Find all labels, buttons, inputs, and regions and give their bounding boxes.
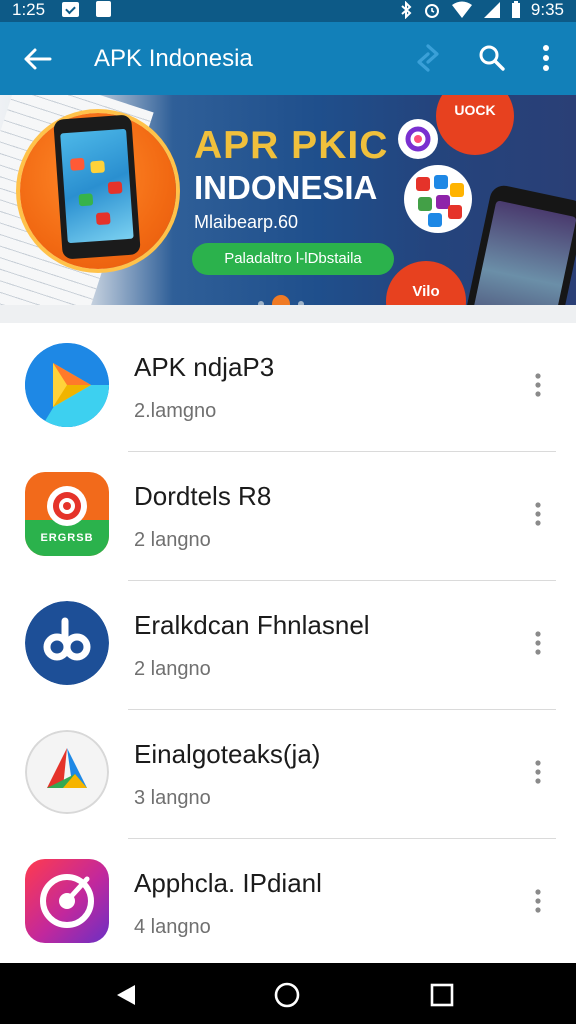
banner-cta-button[interactable]: Paladaltro l-lDbstaila bbox=[192, 243, 394, 275]
play-arrow-icon bbox=[25, 343, 109, 427]
list-item[interactable]: Eralkdcan Fhnlasnel 2 langno bbox=[0, 581, 576, 710]
icon-caption: ERGRSB bbox=[40, 532, 94, 544]
battery-icon bbox=[511, 1, 520, 18]
app-icon-3 bbox=[25, 730, 109, 814]
download-notification-icon bbox=[62, 2, 79, 17]
app-list: APK ndjaP3 2.lamgno ERGRSB Dordtels R8 2… bbox=[0, 323, 576, 963]
signal-icon bbox=[483, 2, 500, 18]
app-name: Apphcla. IPdianl bbox=[134, 868, 322, 898]
cluster-tile bbox=[450, 183, 464, 197]
app-meta: 2 langno bbox=[134, 529, 211, 551]
sync-icon bbox=[417, 44, 439, 72]
more-vert-icon bbox=[535, 631, 541, 655]
banner-title-line1: APR PKIC bbox=[194, 124, 389, 167]
app-icon-4 bbox=[25, 859, 109, 943]
recents-square-icon bbox=[430, 983, 454, 1007]
back-arrow-icon bbox=[24, 48, 52, 70]
disc-icon bbox=[25, 859, 109, 943]
cluster-tile bbox=[434, 175, 448, 189]
wifi-icon bbox=[451, 1, 472, 18]
sync-button[interactable] bbox=[408, 38, 448, 78]
circle-logo-icon bbox=[405, 126, 431, 152]
system-nav-bar bbox=[0, 963, 576, 1024]
item-more-button[interactable] bbox=[522, 365, 554, 405]
more-vert-icon bbox=[535, 889, 541, 913]
more-options-button[interactable] bbox=[528, 38, 564, 78]
status-bar: 1:25 9:35 bbox=[0, 0, 576, 22]
home-circle-icon bbox=[274, 982, 300, 1008]
phone-app-tile bbox=[95, 212, 111, 226]
search-button[interactable] bbox=[472, 38, 512, 78]
cluster-tile bbox=[448, 205, 462, 219]
alarm-icon bbox=[424, 4, 439, 18]
nav-home-button[interactable] bbox=[265, 973, 309, 1017]
nav-recents-button[interactable] bbox=[420, 973, 464, 1017]
list-item[interactable]: APK ndjaP3 2.lamgno bbox=[0, 323, 576, 452]
search-icon bbox=[479, 45, 505, 71]
app-name: Einalgoteaks(ja) bbox=[134, 739, 321, 769]
banner-phone-screen bbox=[60, 128, 134, 244]
app-meta: 2 langno bbox=[134, 658, 211, 680]
page-dot-active bbox=[272, 295, 290, 305]
banner-badge-top: UOCK bbox=[436, 95, 514, 155]
page-title: APK Indonesia bbox=[94, 45, 253, 72]
triangle-logo-icon bbox=[25, 730, 109, 814]
link-icon bbox=[25, 601, 109, 685]
banner-subtitle: Mlaibearp.60 bbox=[194, 212, 299, 232]
app-icon-0 bbox=[25, 343, 109, 427]
status-icons: 9:35 bbox=[399, 0, 564, 20]
back-button[interactable] bbox=[14, 36, 60, 82]
cluster-tile bbox=[418, 197, 432, 211]
list-item[interactable]: ERGRSB Dordtels R8 2 langno bbox=[0, 452, 576, 581]
banner-title-line2: INDONESIA bbox=[194, 169, 378, 206]
more-vert-icon bbox=[535, 760, 541, 784]
status-clock: 9:35 bbox=[530, 0, 564, 19]
banner-phone-image bbox=[53, 114, 141, 260]
phone-app-tile bbox=[78, 193, 94, 207]
app-icon-1: ERGRSB bbox=[25, 472, 109, 556]
phone-app-tile bbox=[90, 160, 106, 174]
cluster-tile bbox=[416, 177, 430, 191]
item-more-button[interactable] bbox=[522, 494, 554, 534]
item-more-button[interactable] bbox=[522, 881, 554, 921]
banner-badge-bottom: Vilo bbox=[386, 261, 466, 305]
more-vert-icon bbox=[535, 373, 541, 397]
app-meta: 3 langno bbox=[134, 787, 211, 809]
banner-phone-right-screen bbox=[464, 200, 576, 305]
bluetooth-icon bbox=[401, 1, 412, 19]
app-bar: APK Indonesia bbox=[0, 22, 576, 95]
list-item[interactable]: Apphcla. IPdianl 4 langno bbox=[0, 839, 576, 968]
screen: 1:25 9:35 APK Indonesia APR PKIC INDONES… bbox=[0, 0, 576, 1024]
app-icon-2 bbox=[25, 601, 109, 685]
phone-app-tile bbox=[107, 181, 123, 195]
app-name: APK ndjaP3 bbox=[134, 352, 275, 382]
phone-app-tile bbox=[69, 157, 85, 171]
list-item[interactable]: Einalgoteaks(ja) 3 langno bbox=[0, 710, 576, 839]
notification-square-icon bbox=[96, 1, 111, 17]
cluster-tile bbox=[428, 213, 442, 227]
app-meta: 2.lamgno bbox=[134, 400, 217, 422]
item-more-button[interactable] bbox=[522, 752, 554, 792]
promo-banner[interactable]: APR PKIC INDONESIA Mlaibearp.60 Paladalt… bbox=[0, 95, 576, 305]
back-triangle-icon bbox=[117, 985, 135, 1005]
more-vert-icon bbox=[543, 45, 549, 71]
banner-app-cluster bbox=[404, 165, 472, 233]
app-name: Eralkdcan Fhnlasnel bbox=[134, 610, 370, 640]
more-vert-icon bbox=[535, 502, 541, 526]
banner-logo-circle bbox=[398, 119, 438, 159]
status-time: 1:25 bbox=[12, 0, 46, 19]
nav-back-button[interactable] bbox=[104, 973, 148, 1017]
section-divider bbox=[0, 305, 576, 323]
item-more-button[interactable] bbox=[522, 623, 554, 663]
banner-page-indicator bbox=[258, 295, 304, 305]
app-name: Dordtels R8 bbox=[134, 481, 272, 511]
app-meta: 4 langno bbox=[134, 916, 211, 938]
